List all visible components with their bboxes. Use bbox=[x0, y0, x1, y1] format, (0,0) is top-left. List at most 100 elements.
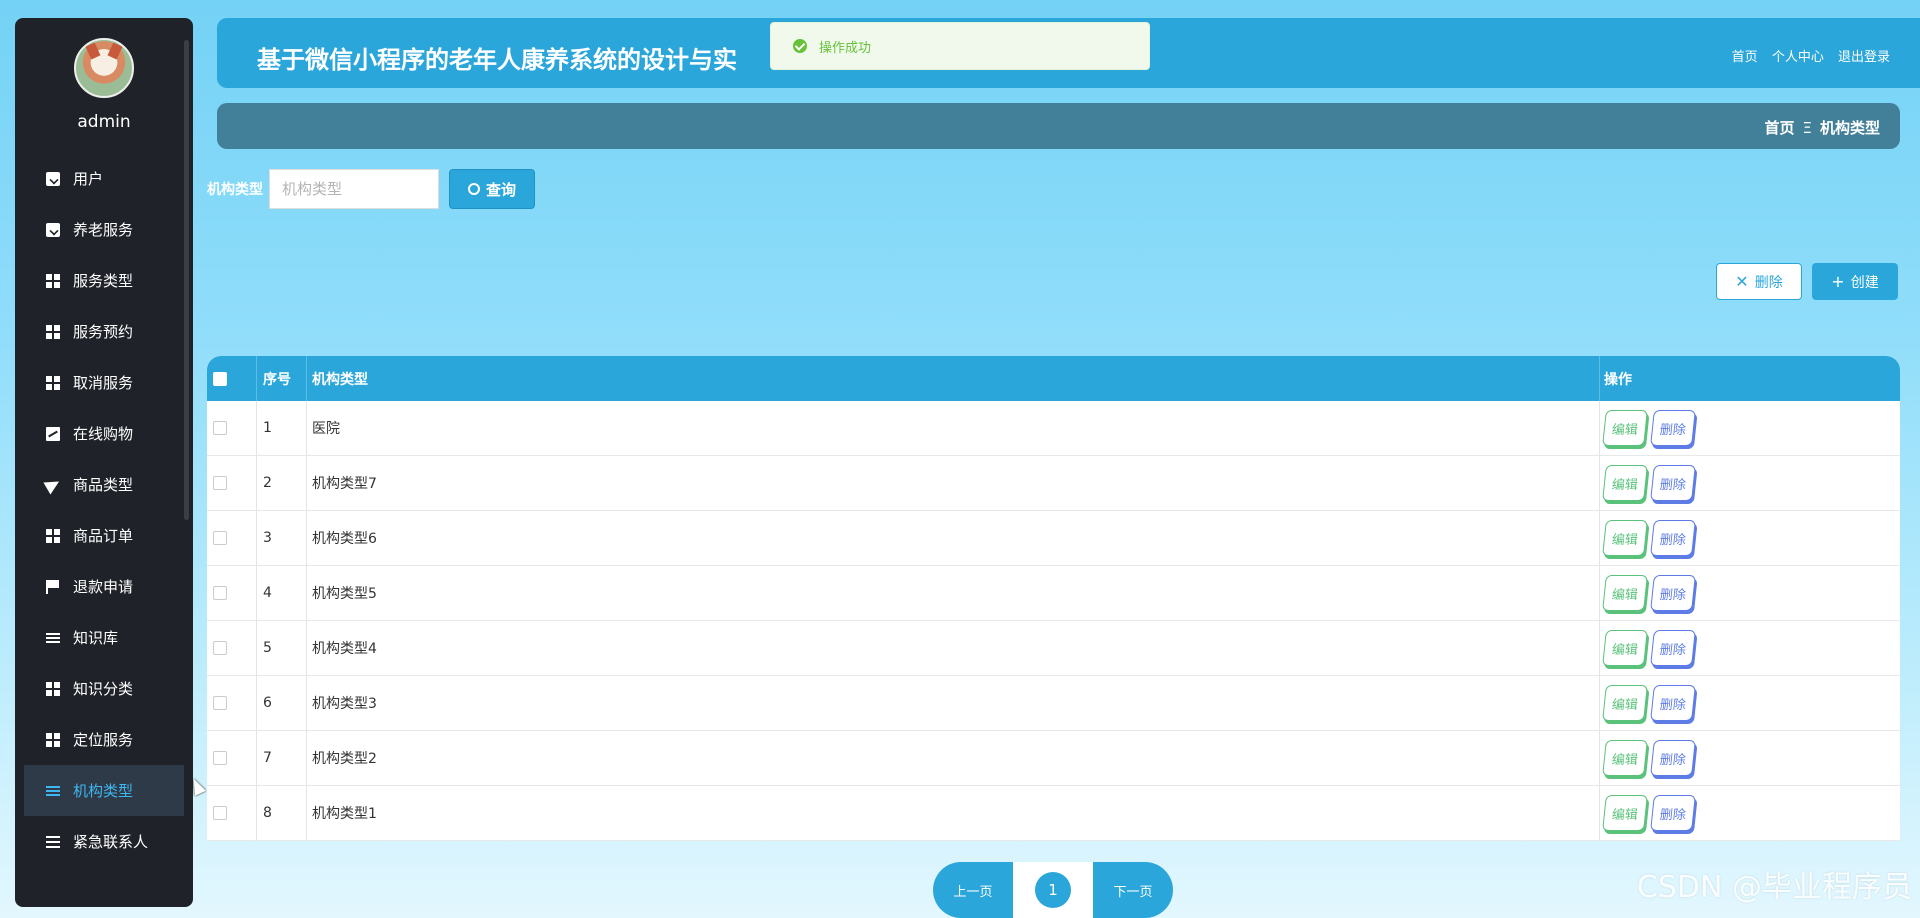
table-row: 8 机构类型1 编辑 删除 bbox=[207, 786, 1900, 841]
delete-button[interactable]: 删除 bbox=[1650, 575, 1696, 611]
delete-button[interactable]: 删除 bbox=[1650, 410, 1696, 446]
select-all-checkbox[interactable] bbox=[213, 371, 227, 386]
success-toast: 操作成功 bbox=[770, 22, 1150, 70]
row-checkbox[interactable] bbox=[213, 641, 227, 655]
delete-button[interactable]: 删除 bbox=[1650, 740, 1696, 776]
sidebar-item-label: 退款申请 bbox=[73, 578, 134, 596]
table-actions: ✕ 删除 + 创建 bbox=[1716, 263, 1898, 300]
row-checkbox[interactable] bbox=[213, 421, 227, 435]
sidebar-item[interactable]: 退款申请 bbox=[15, 561, 193, 612]
row-checkbox[interactable] bbox=[213, 696, 227, 710]
row-ops: 编辑 删除 bbox=[1600, 676, 1900, 730]
query-button[interactable]: 查询 bbox=[449, 169, 535, 209]
row-index: 6 bbox=[257, 676, 307, 730]
header-ops: 操作 bbox=[1604, 371, 1632, 388]
sidebar-item[interactable]: 养老服务 bbox=[15, 204, 193, 255]
delete-button[interactable]: 删除 bbox=[1650, 520, 1696, 556]
sidebar-item[interactable]: 机构类型 bbox=[24, 765, 184, 816]
sidebar-item[interactable]: 在线购物 bbox=[15, 408, 193, 459]
sliders-icon bbox=[46, 783, 60, 798]
edit-button[interactable]: 编辑 bbox=[1602, 685, 1648, 721]
edit-button[interactable]: 编辑 bbox=[1602, 630, 1648, 666]
sidebar-item[interactable]: 取消服务 bbox=[15, 357, 193, 408]
sidebar-item-label: 在线购物 bbox=[73, 425, 134, 443]
page-number-area: 1 bbox=[1013, 862, 1093, 918]
table-row: 1 医院 编辑 删除 bbox=[207, 401, 1900, 456]
row-ops: 编辑 删除 bbox=[1600, 731, 1900, 785]
row-index: 2 bbox=[257, 456, 307, 510]
row-type: 机构类型3 bbox=[307, 676, 1600, 730]
header-type: 机构类型 bbox=[307, 356, 1600, 401]
sidebar-item[interactable]: 紧急联系人 bbox=[15, 816, 193, 867]
row-type: 医院 bbox=[307, 401, 1600, 455]
edit-button[interactable]: 编辑 bbox=[1602, 520, 1648, 556]
sidebar-item[interactable]: 商品订单 bbox=[15, 510, 193, 561]
delete-button[interactable]: 删除 bbox=[1650, 465, 1696, 501]
sidebar-item[interactable]: 定位服务 bbox=[15, 714, 193, 765]
clipboard-icon bbox=[46, 171, 60, 186]
breadcrumb-separator: Ξ bbox=[1802, 119, 1812, 137]
profile-link[interactable]: 个人中心 bbox=[1772, 50, 1824, 65]
row-checkbox[interactable] bbox=[213, 806, 227, 820]
header-index: 序号 bbox=[257, 356, 307, 401]
delete-button[interactable]: 删除 bbox=[1650, 630, 1696, 666]
logout-link[interactable]: 退出登录 bbox=[1838, 50, 1890, 65]
table-row: 3 机构类型6 编辑 删除 bbox=[207, 511, 1900, 566]
edit-button[interactable]: 编辑 bbox=[1602, 465, 1648, 501]
table-row: 2 机构类型7 编辑 删除 bbox=[207, 456, 1900, 511]
avatar[interactable] bbox=[74, 38, 134, 98]
sidebar-menu: 用户养老服务服务类型 服务预约 取消服务在线购物商品类型商品订单退款申请知识库 知识分… bbox=[15, 153, 193, 867]
row-ops: 编辑 删除 bbox=[1600, 786, 1900, 840]
batch-delete-button[interactable]: ✕ 删除 bbox=[1716, 263, 1802, 300]
close-icon: ✕ bbox=[1735, 272, 1749, 291]
delete-button[interactable]: 删除 bbox=[1650, 685, 1696, 721]
delete-button[interactable]: 删除 bbox=[1650, 795, 1696, 831]
row-index: 8 bbox=[257, 786, 307, 840]
watermark: CSDN @毕业程序员 bbox=[1636, 870, 1912, 905]
row-checkbox[interactable] bbox=[213, 751, 227, 765]
chart-icon bbox=[46, 426, 60, 441]
plus-icon: + bbox=[1831, 272, 1845, 291]
search-bar: 机构类型 查询 bbox=[207, 169, 535, 209]
search-label: 机构类型 bbox=[207, 182, 263, 198]
edit-button[interactable]: 编辑 bbox=[1602, 795, 1648, 831]
search-input[interactable] bbox=[269, 169, 439, 209]
sidebar-item[interactable]: 服务类型 bbox=[15, 255, 193, 306]
next-page-button[interactable]: 下一页 bbox=[1093, 862, 1173, 918]
row-type: 机构类型4 bbox=[307, 621, 1600, 675]
username: admin bbox=[77, 112, 131, 132]
query-button-label: 查询 bbox=[485, 180, 516, 199]
sidebar-item-label: 紧急联系人 bbox=[73, 833, 149, 851]
sidebar-item-label: 商品订单 bbox=[73, 527, 134, 545]
prev-page-button[interactable]: 上一页 bbox=[933, 862, 1013, 918]
batch-delete-label: 删除 bbox=[1754, 274, 1783, 291]
row-index: 5 bbox=[257, 621, 307, 675]
sidebar-item-label: 用户 bbox=[73, 170, 104, 188]
success-check-icon bbox=[793, 39, 807, 53]
flag-icon bbox=[46, 579, 60, 594]
row-checkbox[interactable] bbox=[213, 586, 227, 600]
breadcrumb-home[interactable]: 首页 bbox=[1764, 119, 1794, 137]
sidebar-item[interactable]: 商品类型 bbox=[15, 459, 193, 510]
sidebar-item[interactable]: 用户 bbox=[15, 153, 193, 204]
sidebar: admin 用户养老服务服务类型 服务预约 取消服务在线购物商品类型商品订单退款申请… bbox=[15, 18, 193, 907]
edit-button[interactable]: 编辑 bbox=[1602, 575, 1648, 611]
sidebar-item[interactable]: 服务预约 bbox=[15, 306, 193, 357]
grid-icon bbox=[46, 681, 60, 696]
row-ops: 编辑 删除 bbox=[1600, 456, 1900, 510]
grid-icon bbox=[46, 273, 60, 288]
edit-button[interactable]: 编辑 bbox=[1602, 410, 1648, 446]
home-link[interactable]: 首页 bbox=[1732, 50, 1758, 65]
table-row: 5 机构类型4 编辑 删除 bbox=[207, 621, 1900, 676]
row-checkbox[interactable] bbox=[213, 476, 227, 490]
sidebar-item[interactable]: 知识分类 bbox=[15, 663, 193, 714]
create-label: 创建 bbox=[1850, 274, 1879, 291]
table-row: 7 机构类型2 编辑 删除 bbox=[207, 731, 1900, 786]
app-title: 基于微信小程序的老年人康养系统的设计与实 bbox=[257, 46, 737, 74]
sidebar-item[interactable]: 知识库 bbox=[15, 612, 193, 663]
sidebar-item-label: 养老服务 bbox=[73, 221, 134, 239]
edit-button[interactable]: 编辑 bbox=[1602, 740, 1648, 776]
create-button[interactable]: + 创建 bbox=[1812, 263, 1898, 300]
row-checkbox[interactable] bbox=[213, 531, 227, 545]
current-page[interactable]: 1 bbox=[1035, 872, 1071, 908]
